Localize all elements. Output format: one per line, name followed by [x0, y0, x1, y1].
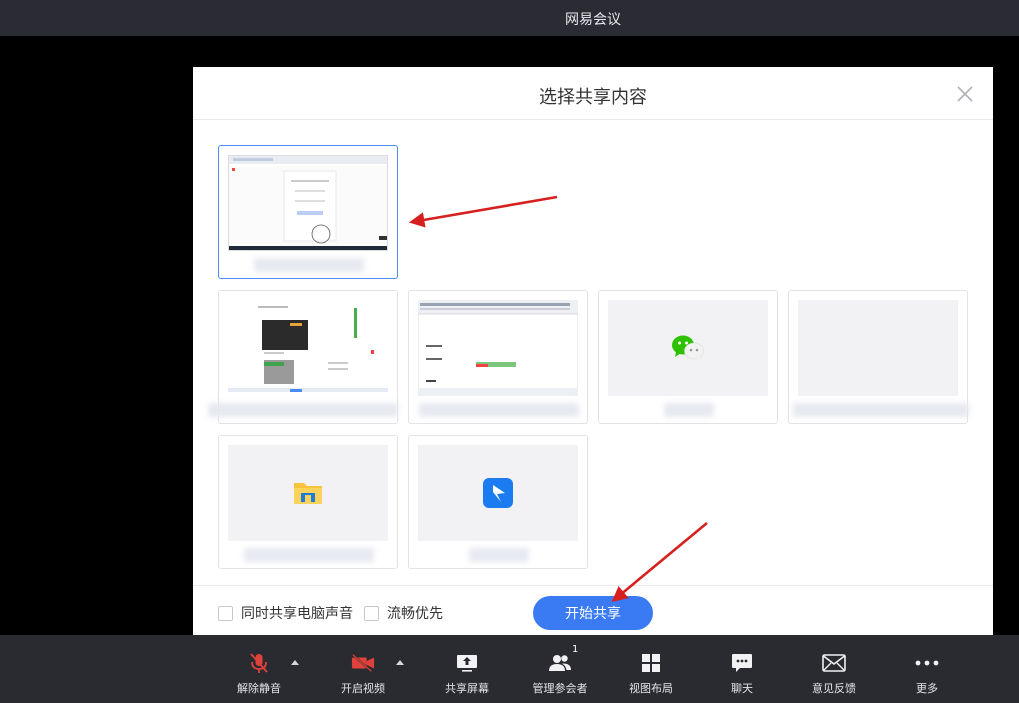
- window-thumbnail: [418, 445, 578, 541]
- chat-button[interactable]: 聊天: [725, 635, 759, 703]
- dialog-footer: 同时共享电脑声音 流畅优先 开始共享: [193, 585, 993, 635]
- share-audio-label: 同时共享电脑声音: [241, 606, 353, 622]
- share-tile-feishu[interactable]: [408, 435, 588, 569]
- manage-participants-button[interactable]: 管理参会者: [532, 635, 588, 703]
- smooth-priority-checkbox[interactable]: 流畅优先: [364, 603, 443, 623]
- share-content-dialog: 选择共享内容 同时共享电脑声音 流畅优先 开始共享: [193, 67, 993, 635]
- tile-label: [219, 256, 399, 274]
- view-layout-label: 视图布局: [629, 682, 673, 695]
- more-label: 更多: [916, 682, 938, 695]
- tile-label: [409, 401, 589, 419]
- wechat-icon: [672, 335, 704, 361]
- window-thumbnail: [798, 300, 958, 396]
- tile-label: [599, 401, 779, 419]
- view-layout-button[interactable]: 视图布局: [628, 635, 674, 703]
- start-share-button[interactable]: 开始共享: [533, 596, 653, 630]
- share-screen-icon: [455, 652, 479, 674]
- smooth-priority-label: 流畅优先: [387, 606, 443, 622]
- close-icon[interactable]: [955, 84, 975, 104]
- window-thumbnail: [418, 300, 578, 396]
- mail-icon: [822, 652, 846, 674]
- tile-label: [219, 546, 399, 564]
- share-audio-checkbox[interactable]: 同时共享电脑声音: [218, 603, 353, 623]
- window-thumbnail: [608, 300, 768, 396]
- unmute-button[interactable]: 解除静音: [236, 635, 282, 703]
- screen-thumbnail: [228, 155, 388, 251]
- start-video-label: 开启视频: [341, 682, 385, 695]
- window-thumbnail: [228, 300, 388, 396]
- grid-layout-icon: [639, 652, 663, 674]
- more-dots-icon: [915, 652, 939, 674]
- start-video-button[interactable]: 开启视频: [340, 635, 386, 703]
- share-tile-explorer[interactable]: [218, 435, 398, 569]
- tile-label: [208, 401, 399, 419]
- checkbox-box[interactable]: [218, 605, 233, 621]
- share-tile-blank[interactable]: [788, 290, 969, 424]
- chat-label: 聊天: [731, 682, 753, 695]
- window-thumbnail: [228, 445, 388, 541]
- chat-icon: [730, 652, 754, 674]
- share-screen-label: 共享屏幕: [445, 682, 489, 695]
- dialog-title: 选择共享内容: [539, 87, 647, 108]
- title-bar: 网易会议: [0, 0, 1019, 36]
- feedback-button[interactable]: 意见反馈: [811, 635, 857, 703]
- more-button[interactable]: 更多: [910, 635, 944, 703]
- tile-label: [409, 546, 589, 564]
- meeting-toolbar: 解除静音 开启视频 共享屏幕 管理参会者 1 视图布局 聊天 意见反馈 更多: [0, 635, 1019, 703]
- manage-participants-label: 管理参会者: [532, 682, 588, 695]
- share-tile-window-sheet[interactable]: [408, 290, 588, 424]
- app-icon: [483, 478, 513, 508]
- participants-count-badge: 1: [572, 644, 579, 655]
- video-options-caret[interactable]: [396, 660, 404, 665]
- unmute-label: 解除静音: [237, 682, 281, 695]
- mic-muted-icon: [247, 652, 271, 674]
- meeting-window: 网易会议 选择共享内容 同时共享电脑声音 流畅优先 开始共享 解除静音 开启视频…: [0, 0, 1019, 703]
- folder-icon: [294, 483, 322, 504]
- camera-off-icon: [351, 652, 375, 674]
- share-screen-button[interactable]: 共享屏幕: [444, 635, 490, 703]
- participants-icon: [548, 652, 572, 674]
- dialog-header: 选择共享内容: [193, 67, 993, 120]
- share-tile-screen[interactable]: [218, 145, 398, 279]
- feedback-label: 意见反馈: [812, 682, 856, 695]
- share-tile-wechat[interactable]: [598, 290, 778, 424]
- audio-options-caret[interactable]: [291, 660, 299, 665]
- share-tile-window-doc[interactable]: [208, 290, 399, 424]
- tile-label: [789, 401, 969, 419]
- checkbox-box[interactable]: [364, 605, 379, 621]
- window-title: 网易会议: [565, 12, 621, 28]
